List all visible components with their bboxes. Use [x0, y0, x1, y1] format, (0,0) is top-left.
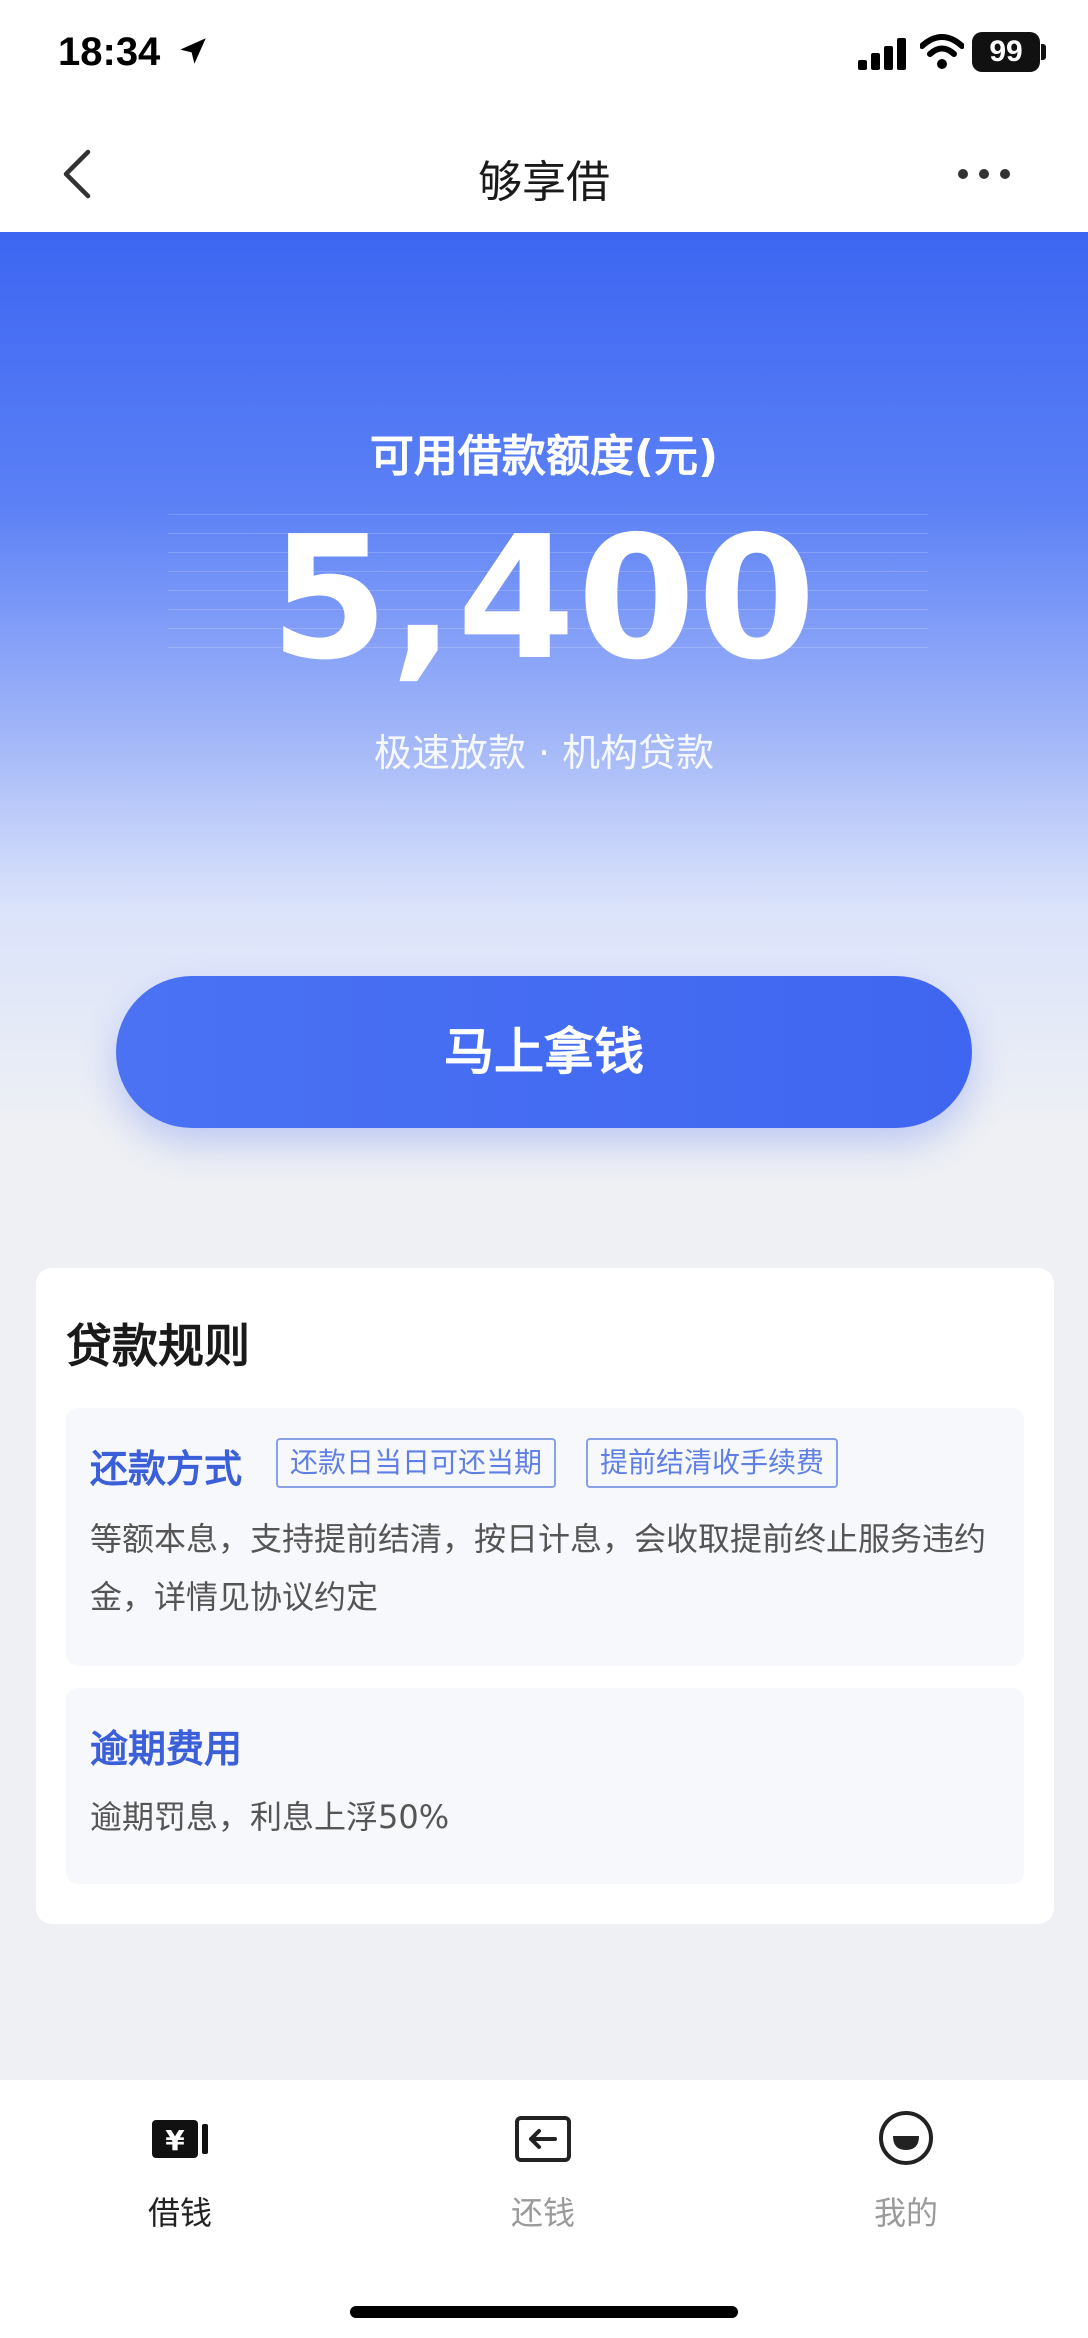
- battery-icon: 99: [972, 32, 1040, 72]
- tab-repay-label: 还钱: [510, 2194, 575, 2232]
- status-time: 18:34: [58, 30, 161, 74]
- status-bar: 18:34 99: [0, 0, 1088, 110]
- tab-borrow[interactable]: ¥ 借钱: [80, 2108, 280, 2258]
- repay-arrow-icon: [515, 2116, 571, 2162]
- early-settle-fee-tag: 提前结清收手续费: [586, 1438, 839, 1488]
- wifi-icon: [920, 34, 964, 69]
- tab-repay[interactable]: 还钱: [443, 2108, 643, 2258]
- yuan-wallet-icon: ¥: [152, 2120, 208, 2158]
- battery-tip: [1041, 44, 1046, 60]
- location-arrow-icon: [180, 38, 206, 64]
- nav-bar: 够享借: [0, 110, 1088, 232]
- loan-rules-title: 贷款规则: [66, 1319, 250, 1373]
- tab-mine-label: 我的: [873, 2194, 938, 2232]
- tab-mine[interactable]: 我的: [806, 2108, 1006, 2258]
- repayment-heading: 还款方式: [90, 1447, 243, 1491]
- overdue-rule-block: 逾期费用 逾期罚息，利息上浮50%: [66, 1688, 1024, 1884]
- signal-icon: [858, 38, 906, 70]
- get-money-button[interactable]: 马上拿钱: [116, 976, 972, 1128]
- home-indicator: [350, 2306, 738, 2318]
- tab-borrow-label: 借钱: [147, 2194, 212, 2232]
- loan-rules-card: 贷款规则 还款方式 还款日当日可还当期 提前结清收手续费 等额本息，支持提前结清…: [36, 1268, 1054, 1924]
- repayment-rule-block: 还款方式 还款日当日可还当期 提前结清收手续费 等额本息，支持提前结清，按日计息…: [66, 1408, 1024, 1666]
- overdue-description: 逾期罚息，利息上浮50%: [90, 1798, 450, 1836]
- credit-subtitle: 极速放款 · 机构贷款: [373, 731, 715, 775]
- repayment-description: 等额本息，支持提前结清，按日计息，会收取提前终止服务违约金，详情见协议约定: [90, 1520, 987, 1616]
- smile-face-icon: [879, 2111, 933, 2165]
- bottom-tab-bar: ¥ 借钱 还钱 我的: [0, 2080, 1088, 2338]
- more-dots-icon[interactable]: [955, 166, 1013, 182]
- svg-text:¥: ¥: [165, 2124, 185, 2157]
- page-title: 够享借: [478, 157, 610, 208]
- credit-limit-label: 可用借款额度(元): [369, 431, 719, 482]
- credit-amount: 5,400: [270, 500, 818, 698]
- overdue-heading: 逾期费用: [90, 1727, 243, 1771]
- repayment-tag: 还款日当日可还当期: [276, 1438, 557, 1488]
